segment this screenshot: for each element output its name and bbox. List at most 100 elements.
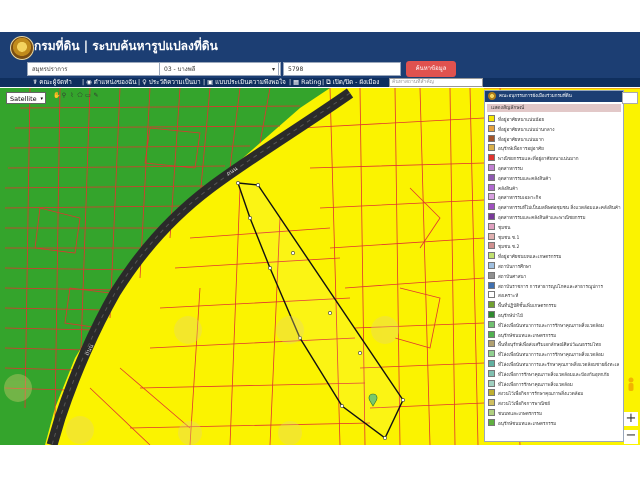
legend-swatch xyxy=(488,311,495,318)
legend-swatch xyxy=(488,271,495,279)
basemap-select[interactable]: Satellite ▾ xyxy=(6,92,46,104)
legend-swatch xyxy=(488,134,495,142)
legend-item: อุตสาหกรรม xyxy=(488,164,523,172)
legend-item: พื้นที่ปฏิบัติชั้นเพิ่มเกษตรกรรม xyxy=(488,301,557,310)
legend-label: ที่อยู่อาศัยหนาแน่นปานกลาง xyxy=(498,127,555,133)
legend-item: ที่อยู่อาศัยหนาแน่นมาก xyxy=(488,134,544,143)
legend-swatch xyxy=(488,379,495,387)
legend-swatch xyxy=(488,262,495,269)
legend-swatch xyxy=(488,340,495,348)
menu-item-team[interactable]: ☤ คณะผู้จัดทำ xyxy=(33,78,72,87)
legend-label: สงวนไว้เพื่อกิจการรักษาคุณภาพสิ่งแวดล้อม xyxy=(498,392,584,398)
menu-bar: ☤ คณะผู้จัดทำ | ◉ ตำแหน่งของฉัน | ♀ ประว… xyxy=(0,78,640,87)
legend-item: อุตสาหกรรมที่ไม่เป็นมลพิษต่อชุมชน สิ่งแว… xyxy=(488,203,621,212)
legend-swatch xyxy=(488,124,495,132)
legend-swatch xyxy=(488,203,495,211)
legend-label: ชุมชน ช.1 xyxy=(498,235,520,241)
legend-item: อนุรักษ์เพื่อการอยู่อาศัย xyxy=(488,144,544,153)
legend-swatch xyxy=(488,409,495,416)
legend-label: อนุรักษ์ป่าไม้ xyxy=(498,314,524,319)
legend-swatch xyxy=(488,389,495,397)
legend-label: อุตสาหกรรม xyxy=(498,167,523,172)
legend-logo xyxy=(488,92,496,100)
legend-swatch xyxy=(488,418,495,426)
legend-label: พื้นที่อนุรักษ์เพื่อส่งเสริมเอกลักษณ์ศิล… xyxy=(498,343,601,349)
legend-label: สงวนไว้เพื่อกิจการพาณิชย์ xyxy=(498,402,550,408)
legend-label: พื้นที่ปฏิบัติชั้นเพิ่มเกษตรกรรม xyxy=(498,304,557,310)
legend-swatch xyxy=(488,115,495,122)
legend-swatch xyxy=(488,360,495,367)
legend-item: สงวนไว้เพื่อกิจการพาณิชย์ xyxy=(488,399,550,408)
legend-label: สงเคราะห์ xyxy=(498,294,519,300)
parcel-number-input[interactable]: 5798 xyxy=(283,62,401,76)
legend-item: ชนบทและเกษตรกรรม xyxy=(488,409,543,417)
legend-item: ที่โล่งเพื่อการรักษาคุณภาพสิ่งแวดล้อม xyxy=(488,379,573,388)
search-button[interactable]: ค้นหาข้อมูล xyxy=(406,61,456,77)
legend-item: ที่โล่งเพื่อการรักษาคุณภาพสิ่งแวดล้อมและ… xyxy=(488,369,610,378)
app-window: กรมที่ดิน | ระบบค้นหารูปแปลงที่ดิน สมุทร… xyxy=(0,32,640,445)
legend-swatch xyxy=(488,173,495,181)
legend-item: สงเคราะห์ xyxy=(488,291,519,300)
legend-item: ที่โล่งเพื่อนันทนาการและรักษาคุณภาพสิ่งแ… xyxy=(488,360,620,368)
legend-item: ชุมชน ช.2 xyxy=(488,242,520,251)
ruler-icon[interactable]: ✎ xyxy=(93,92,99,100)
legend-item: อุตสาหกรรมและคลังสินค้า xyxy=(488,173,551,182)
menu-item-history[interactable]: | ♀ ประวัติความเป็นมา xyxy=(138,78,201,87)
legend-panel: คณะอนุกรรมการผังเมืองร่วมกรมที่ดิน แสดงส… xyxy=(484,90,624,442)
menu-item-toggle-town-plan[interactable]: | ⧉ เปิด/ปิด - ผังเมือง xyxy=(322,78,379,87)
zoom-out-button[interactable]: − xyxy=(624,429,638,444)
legend-swatch xyxy=(488,242,495,250)
legend-subtitle: แสดงสัญลักษณ์ xyxy=(487,104,621,112)
legend-label: อุตสาหกรรมและคลังสินค้า xyxy=(498,176,551,182)
legend-label: ที่อยู่อาศัยหนาแน่นน้อย xyxy=(498,118,545,123)
survey-icon: | ▣ xyxy=(203,79,216,86)
legend-item: พาณิชยกรรมและที่อยู่อาศัยหนาแน่นมาก xyxy=(488,154,578,162)
zoom-in-button[interactable]: + xyxy=(624,412,638,426)
marker-icon[interactable]: ⚲ xyxy=(61,92,67,100)
legend-label: ที่โล่งเพื่อการรักษาคุณภาพสิ่งแวดล้อม xyxy=(498,382,573,388)
legend-swatch xyxy=(488,252,495,260)
legend-label: ที่โล่งเพื่อนันทนาการและรักษาคุณภาพสิ่งแ… xyxy=(498,363,620,368)
legend-label: อนุรักษ์เพื่อการอยู่อาศัย xyxy=(498,147,544,153)
legend-item: สถาบันราชการ การสาธารณูปโภคและสาธารณูปกา… xyxy=(488,281,603,290)
rectangle-icon[interactable]: ▭ xyxy=(85,92,91,100)
province-select-value: สมุทรปราการ xyxy=(32,66,68,73)
legend-swatch xyxy=(488,232,495,240)
legend-item: อนุรักษ์ชนบทและเกษตรกรรม xyxy=(488,330,556,339)
legend-item: ที่อยู่อาศัยหนาแน่นน้อย xyxy=(488,115,545,123)
legend-item: สงวนไว้เพื่อกิจการรักษาคุณภาพสิ่งแวดล้อม xyxy=(488,389,584,398)
legend-swatch xyxy=(488,213,495,220)
legend-item: ที่อยู่อาศัยชนบทและเกษตรกรรม xyxy=(488,252,561,260)
menu-item-rating[interactable]: | ▦ Rating xyxy=(289,78,321,87)
map-type-control[interactable] xyxy=(622,92,638,104)
legend-label: ที่อยู่อาศัยหนาแน่นมาก xyxy=(498,137,544,143)
legend-label: อุตสาหกรรมและคลังสินค้าและพาณิชยกรรม xyxy=(498,216,586,221)
layers-icon: | ⧉ xyxy=(322,79,333,86)
legend-label: ที่โล่งเพื่อการรักษาคุณภาพสิ่งแวดล้อมและ… xyxy=(498,372,610,378)
menu-item-satisfaction-survey[interactable]: | ▣ แบบประเมินความพึงพอใจ xyxy=(203,78,286,87)
polygon-icon[interactable]: ⬠ xyxy=(77,92,83,100)
district-select[interactable]: 03 - บางพลี ▾ xyxy=(159,62,279,76)
legend-label: ชุมชน ช.2 xyxy=(498,245,520,251)
legend-label: คลังสินค้า xyxy=(498,186,518,192)
legend-swatch xyxy=(488,291,495,299)
polyline-icon[interactable]: ⌇ xyxy=(69,92,75,100)
legend-label: ชนบทและเกษตรกรรม xyxy=(498,412,543,417)
history-icon: | ♀ xyxy=(138,79,149,86)
legend-header: คณะอนุกรรมการผังเมืองร่วมกรมที่ดิน xyxy=(485,91,623,102)
place-search-input[interactable]: ค้นหาสถานที่สำคัญ xyxy=(389,78,483,87)
legend-item: ชุมชน ช.1 xyxy=(488,232,520,241)
legend-swatch xyxy=(488,164,495,171)
legend-label: อุตสาหกรรมที่ไม่เป็นมลพิษต่อชุมชน สิ่งแว… xyxy=(498,206,621,212)
hand-pan-icon[interactable]: ✋ xyxy=(53,92,60,100)
legend-swatch xyxy=(488,301,495,309)
legend-item: ชุมชน xyxy=(488,222,510,231)
menu-item-my-location[interactable]: | ◉ ตำแหน่งของฉัน xyxy=(82,78,137,87)
street-view-pegman-icon[interactable] xyxy=(626,376,636,396)
legend-label: ที่โล่งเพื่อนันทนาการและการรักษาคุณภาพสิ… xyxy=(498,323,604,329)
legend-label: อุตสาหกรรมเฉพาะกิจ xyxy=(498,196,542,202)
legend-label: ที่โล่งเพื่อนันทนาการและการรักษาคุณภาพสิ… xyxy=(498,353,604,359)
chevron-down-icon: ▾ xyxy=(40,96,43,102)
legend-label: สถาบันราชการ การสาธารณูปโภคและสาธารณูปกา… xyxy=(498,284,603,290)
legend-label: อนุรักษ์ชนบทและเกษตรกรรม xyxy=(498,421,557,427)
